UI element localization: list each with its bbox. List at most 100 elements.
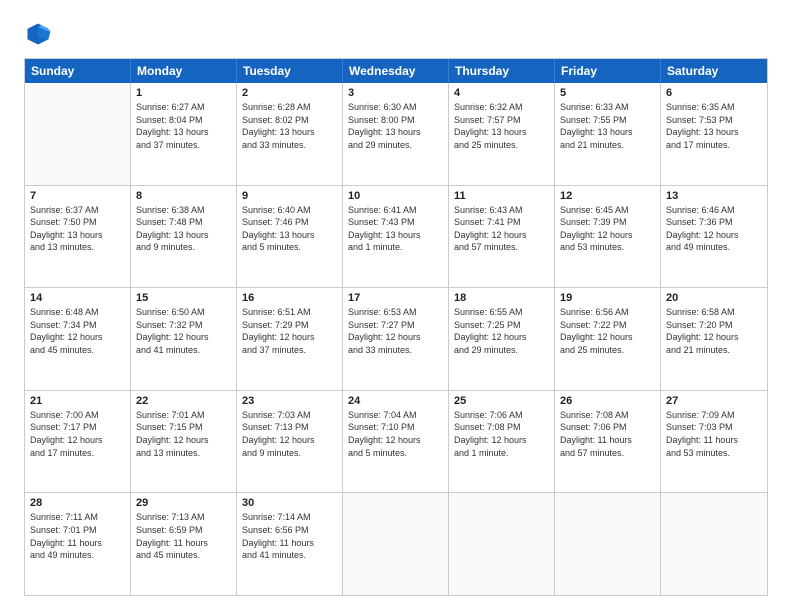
calendar-row-2: 14Sunrise: 6:48 AM Sunset: 7:34 PM Dayli… bbox=[25, 288, 767, 391]
day-info: Sunrise: 6:33 AM Sunset: 7:55 PM Dayligh… bbox=[560, 101, 655, 151]
day-info: Sunrise: 6:41 AM Sunset: 7:43 PM Dayligh… bbox=[348, 204, 443, 254]
day-number: 9 bbox=[242, 190, 337, 202]
weekday-header-saturday: Saturday bbox=[661, 59, 767, 83]
day-info: Sunrise: 6:30 AM Sunset: 8:00 PM Dayligh… bbox=[348, 101, 443, 151]
day-cell-19: 19 Sunrise: 6:56 AM Sunset: 7:22 PM Dayli… bbox=[555, 288, 661, 390]
day-info: Sunrise: 7:01 AM Sunset: 7:15 PM Dayligh… bbox=[136, 409, 231, 459]
calendar-row-1: 7 Sunrise: 6:37 AM Sunset: 7:50 PM Daylig… bbox=[25, 186, 767, 289]
day-number: 29 bbox=[136, 497, 231, 509]
empty-cell bbox=[661, 493, 767, 595]
day-number: 30 bbox=[242, 497, 337, 509]
calendar: SundayMondayTuesdayWednesdayThursdayFrid… bbox=[24, 58, 768, 596]
day-info: Sunrise: 6:32 AM Sunset: 7:57 PM Dayligh… bbox=[454, 101, 549, 151]
weekday-header-wednesday: Wednesday bbox=[343, 59, 449, 83]
day-number: 8 bbox=[136, 190, 231, 202]
day-number: 23 bbox=[242, 395, 337, 407]
day-number: 19 bbox=[560, 292, 655, 304]
day-number: 26 bbox=[560, 395, 655, 407]
day-number: 25 bbox=[454, 395, 549, 407]
day-cell-22: 22Sunrise: 7:01 AM Sunset: 7:15 PM Dayli… bbox=[131, 391, 237, 493]
day-cell-12: 12 Sunrise: 6:45 AM Sunset: 7:39 PM Dayli… bbox=[555, 186, 661, 288]
empty-cell bbox=[25, 83, 131, 185]
day-number: 27 bbox=[666, 395, 762, 407]
day-info: Sunrise: 6:35 AM Sunset: 7:53 PM Dayligh… bbox=[666, 101, 762, 151]
day-number: 15 bbox=[136, 292, 231, 304]
day-cell-13: 13Sunrise: 6:46 AM Sunset: 7:36 PM Dayli… bbox=[661, 186, 767, 288]
day-cell-9: 9Sunrise: 6:40 AM Sunset: 7:46 PM Daylig… bbox=[237, 186, 343, 288]
day-cell-27: 27 Sunrise: 7:09 AM Sunset: 7:03 PM Dayli… bbox=[661, 391, 767, 493]
day-cell-3: 3 Sunrise: 6:30 AM Sunset: 8:00 PM Daylig… bbox=[343, 83, 449, 185]
day-info: Sunrise: 7:14 AM Sunset: 6:56 PM Dayligh… bbox=[242, 511, 337, 561]
logo-icon bbox=[24, 20, 52, 48]
day-number: 2 bbox=[242, 87, 337, 99]
day-cell-6: 6 Sunrise: 6:35 AM Sunset: 7:53 PM Daylig… bbox=[661, 83, 767, 185]
calendar-row-0: 1Sunrise: 6:27 AM Sunset: 8:04 PM Daylig… bbox=[25, 83, 767, 186]
day-cell-10: 10 Sunrise: 6:41 AM Sunset: 7:43 PM Dayli… bbox=[343, 186, 449, 288]
day-number: 6 bbox=[666, 87, 762, 99]
day-info: Sunrise: 7:06 AM Sunset: 7:08 PM Dayligh… bbox=[454, 409, 549, 459]
calendar-header: SundayMondayTuesdayWednesdayThursdayFrid… bbox=[25, 59, 767, 83]
day-info: Sunrise: 7:00 AM Sunset: 7:17 PM Dayligh… bbox=[30, 409, 125, 459]
day-number: 16 bbox=[242, 292, 337, 304]
header bbox=[24, 20, 768, 48]
day-number: 12 bbox=[560, 190, 655, 202]
day-cell-8: 8 Sunrise: 6:38 AM Sunset: 7:48 PM Daylig… bbox=[131, 186, 237, 288]
day-info: Sunrise: 7:03 AM Sunset: 7:13 PM Dayligh… bbox=[242, 409, 337, 459]
day-number: 13 bbox=[666, 190, 762, 202]
day-info: Sunrise: 7:13 AM Sunset: 6:59 PM Dayligh… bbox=[136, 511, 231, 561]
day-number: 4 bbox=[454, 87, 549, 99]
day-cell-1: 1Sunrise: 6:27 AM Sunset: 8:04 PM Daylig… bbox=[131, 83, 237, 185]
weekday-header-monday: Monday bbox=[131, 59, 237, 83]
weekday-header-tuesday: Tuesday bbox=[237, 59, 343, 83]
day-cell-16: 16 Sunrise: 6:51 AM Sunset: 7:29 PM Dayli… bbox=[237, 288, 343, 390]
day-info: Sunrise: 7:04 AM Sunset: 7:10 PM Dayligh… bbox=[348, 409, 443, 459]
day-info: Sunrise: 6:27 AM Sunset: 8:04 PM Dayligh… bbox=[136, 101, 231, 151]
empty-cell bbox=[555, 493, 661, 595]
calendar-row-3: 21Sunrise: 7:00 AM Sunset: 7:17 PM Dayli… bbox=[25, 391, 767, 494]
day-info: Sunrise: 7:09 AM Sunset: 7:03 PM Dayligh… bbox=[666, 409, 762, 459]
day-cell-18: 18 Sunrise: 6:55 AM Sunset: 7:25 PM Dayli… bbox=[449, 288, 555, 390]
weekday-header-sunday: Sunday bbox=[25, 59, 131, 83]
day-number: 20 bbox=[666, 292, 762, 304]
day-cell-20: 20 Sunrise: 6:58 AM Sunset: 7:20 PM Dayli… bbox=[661, 288, 767, 390]
day-cell-11: 11 Sunrise: 6:43 AM Sunset: 7:41 PM Dayli… bbox=[449, 186, 555, 288]
calendar-body: 1Sunrise: 6:27 AM Sunset: 8:04 PM Daylig… bbox=[25, 83, 767, 595]
day-cell-17: 17 Sunrise: 6:53 AM Sunset: 7:27 PM Dayli… bbox=[343, 288, 449, 390]
day-cell-28: 28 Sunrise: 7:11 AM Sunset: 7:01 PM Dayli… bbox=[25, 493, 131, 595]
day-info: Sunrise: 6:51 AM Sunset: 7:29 PM Dayligh… bbox=[242, 306, 337, 356]
day-info: Sunrise: 6:48 AM Sunset: 7:34 PM Dayligh… bbox=[30, 306, 125, 356]
day-number: 10 bbox=[348, 190, 443, 202]
logo bbox=[24, 20, 58, 48]
day-info: Sunrise: 7:08 AM Sunset: 7:06 PM Dayligh… bbox=[560, 409, 655, 459]
day-number: 11 bbox=[454, 190, 549, 202]
day-number: 7 bbox=[30, 190, 125, 202]
day-info: Sunrise: 7:11 AM Sunset: 7:01 PM Dayligh… bbox=[30, 511, 125, 561]
day-info: Sunrise: 6:43 AM Sunset: 7:41 PM Dayligh… bbox=[454, 204, 549, 254]
day-number: 28 bbox=[30, 497, 125, 509]
day-cell-5: 5 Sunrise: 6:33 AM Sunset: 7:55 PM Daylig… bbox=[555, 83, 661, 185]
day-number: 17 bbox=[348, 292, 443, 304]
day-number: 5 bbox=[560, 87, 655, 99]
day-cell-15: 15Sunrise: 6:50 AM Sunset: 7:32 PM Dayli… bbox=[131, 288, 237, 390]
day-cell-7: 7 Sunrise: 6:37 AM Sunset: 7:50 PM Daylig… bbox=[25, 186, 131, 288]
day-cell-21: 21Sunrise: 7:00 AM Sunset: 7:17 PM Dayli… bbox=[25, 391, 131, 493]
day-number: 18 bbox=[454, 292, 549, 304]
day-cell-24: 24 Sunrise: 7:04 AM Sunset: 7:10 PM Dayli… bbox=[343, 391, 449, 493]
page: SundayMondayTuesdayWednesdayThursdayFrid… bbox=[0, 0, 792, 612]
day-cell-26: 26 Sunrise: 7:08 AM Sunset: 7:06 PM Dayli… bbox=[555, 391, 661, 493]
day-info: Sunrise: 6:38 AM Sunset: 7:48 PM Dayligh… bbox=[136, 204, 231, 254]
empty-cell bbox=[449, 493, 555, 595]
day-info: Sunrise: 6:55 AM Sunset: 7:25 PM Dayligh… bbox=[454, 306, 549, 356]
day-cell-30: 30 Sunrise: 7:14 AM Sunset: 6:56 PM Dayli… bbox=[237, 493, 343, 595]
day-number: 24 bbox=[348, 395, 443, 407]
day-cell-29: 29 Sunrise: 7:13 AM Sunset: 6:59 PM Dayli… bbox=[131, 493, 237, 595]
day-info: Sunrise: 6:28 AM Sunset: 8:02 PM Dayligh… bbox=[242, 101, 337, 151]
day-info: Sunrise: 6:56 AM Sunset: 7:22 PM Dayligh… bbox=[560, 306, 655, 356]
day-info: Sunrise: 6:37 AM Sunset: 7:50 PM Dayligh… bbox=[30, 204, 125, 254]
weekday-header-friday: Friday bbox=[555, 59, 661, 83]
day-number: 3 bbox=[348, 87, 443, 99]
empty-cell bbox=[343, 493, 449, 595]
day-info: Sunrise: 6:58 AM Sunset: 7:20 PM Dayligh… bbox=[666, 306, 762, 356]
day-info: Sunrise: 6:45 AM Sunset: 7:39 PM Dayligh… bbox=[560, 204, 655, 254]
day-info: Sunrise: 6:53 AM Sunset: 7:27 PM Dayligh… bbox=[348, 306, 443, 356]
